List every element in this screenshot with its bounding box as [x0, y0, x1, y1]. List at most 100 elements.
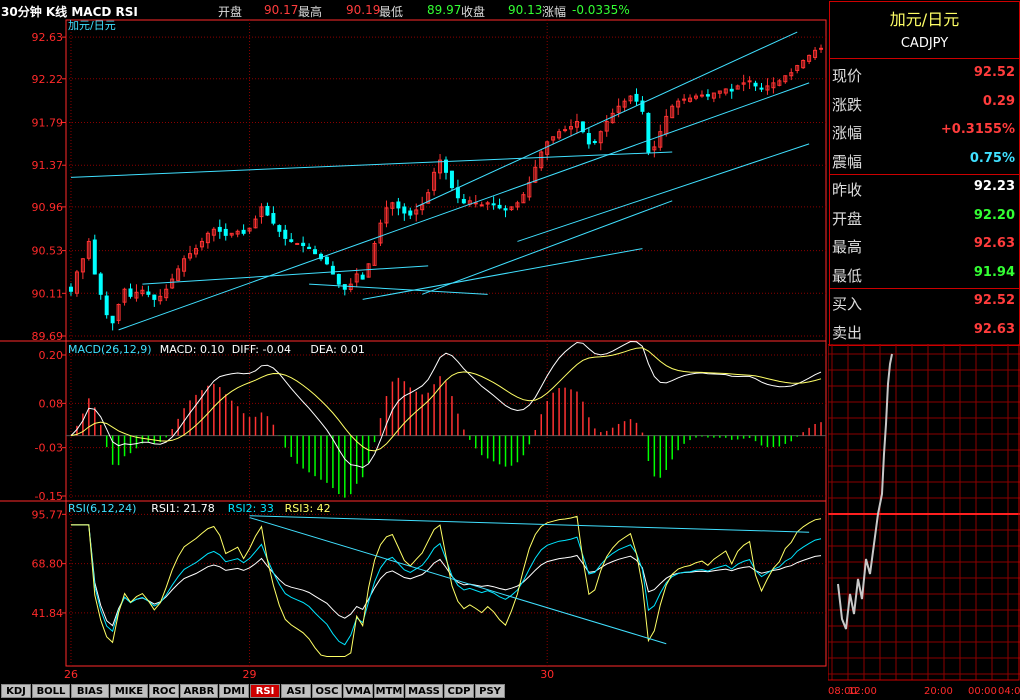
tab-cdp[interactable]: CDP: [444, 684, 474, 698]
candle-body: [152, 294, 157, 300]
y-tick-label: -0.15: [35, 490, 63, 503]
quote-label: 最低: [832, 266, 863, 285]
candle-body: [68, 286, 73, 292]
quote-row-4: 昨收 92.23: [830, 174, 1019, 202]
quote-label: 买入: [832, 295, 863, 313]
tab-psy[interactable]: PSY: [475, 684, 505, 698]
quote-row-3: 震幅 0.75%: [830, 146, 1019, 174]
y-tick-label: 90.96: [32, 201, 64, 214]
instrument-name: 加元/日元: [889, 10, 960, 29]
candle-body: [759, 87, 764, 90]
candle-body: [563, 129, 568, 132]
candle-body: [402, 206, 407, 214]
candle-body: [646, 112, 651, 153]
quote-value: 92.63: [973, 236, 1015, 251]
candle-body: [336, 273, 341, 285]
candle-body: [819, 47, 824, 50]
candle-body: [223, 228, 228, 236]
mini-x-label: 04:00: [998, 686, 1020, 697]
candle-body: [586, 133, 591, 145]
candle-body: [295, 242, 300, 245]
tab-bias[interactable]: BIAS: [71, 684, 109, 698]
tab-vma[interactable]: VMA: [343, 684, 373, 698]
quote-label: 震幅: [832, 152, 863, 171]
candle-body: [271, 213, 276, 224]
quote-value: 92.20: [973, 207, 1015, 223]
y-tick-label: 95.77: [32, 508, 64, 521]
y-tick-label: -0.03: [35, 442, 63, 455]
trend-line: [416, 31, 798, 208]
candle-body: [307, 246, 312, 250]
indicator-tabs: KDJ BOLL BIAS MIKE ROC ARBR DMI RSI ASI OSC VMA MTM…: [0, 683, 828, 700]
candle-body: [497, 204, 502, 209]
y-tick-label: 91.79: [32, 117, 64, 130]
quote-row-9: 卖出 92.63: [830, 317, 1019, 345]
quote-value: 0.75%: [969, 150, 1015, 166]
trend-line: [517, 143, 810, 242]
candle-body: [283, 229, 288, 239]
trend-line: [362, 248, 643, 300]
quote-value: 92.52: [973, 293, 1015, 308]
candle-body: [753, 82, 758, 87]
tab-mass[interactable]: MASS: [405, 684, 443, 698]
tab-dmi[interactable]: DMI: [219, 684, 249, 698]
quote-label: 开盘: [832, 209, 863, 228]
tab-mike[interactable]: MIKE: [110, 684, 148, 698]
quote-row-1: 涨跌 0.29: [830, 89, 1019, 117]
instrument-code: CADJPY: [900, 36, 949, 51]
tab-mtm[interactable]: MTM: [374, 684, 404, 698]
quote-label: 卖出: [832, 323, 863, 342]
tab-osc[interactable]: OSC: [312, 684, 342, 698]
candle-body: [146, 291, 151, 295]
candle-body: [217, 226, 222, 232]
rsi-legend-3: RSI3: 42: [285, 502, 331, 515]
candle-body: [699, 94, 704, 97]
candle-body: [313, 249, 318, 255]
rsi-legend-1: RSI1: 21.78: [151, 502, 215, 515]
candle-body: [396, 201, 401, 209]
quote-value: 92.23: [973, 179, 1015, 194]
y-tick-label: 92.63: [32, 31, 64, 44]
quote-row-7: 最低 91.94: [830, 260, 1019, 288]
candle-body: [277, 225, 282, 232]
quote-row-8: 买入 92.52: [830, 288, 1019, 316]
quote-label: 昨收: [832, 181, 863, 199]
x-tick-label: 30: [540, 668, 554, 681]
quote-value: +0.3155%: [940, 122, 1015, 137]
candle-body: [330, 265, 335, 275]
tab-rsi[interactable]: RSI: [250, 684, 280, 698]
quote-divider: [830, 58, 1019, 59]
candle-body: [455, 187, 460, 199]
quote-value: 92.63: [973, 321, 1015, 337]
y-tick-label: 90.11: [32, 287, 64, 300]
tab-kdj[interactable]: KDJ: [1, 684, 31, 698]
tab-arbr[interactable]: ARBR: [180, 684, 218, 698]
quote-panel: 加元/日元 CADJPY 现价 92.52 涨跌 0.29 涨幅 +0.3155% 震幅 0.…: [829, 1, 1020, 346]
rsi-trend-line: [249, 515, 810, 533]
quote-label: 涨跌: [832, 95, 863, 114]
tab-asi[interactable]: ASI: [281, 684, 311, 698]
y-tick-label: 41.84: [32, 607, 64, 620]
mini-x-label: 00:00: [968, 686, 997, 697]
y-tick-label: 92.22: [32, 73, 64, 86]
quote-label: 最高: [832, 238, 863, 256]
tab-boll[interactable]: BOLL: [32, 684, 70, 698]
mini-frame: [828, 344, 1020, 681]
y-tick-label: 0.20: [39, 349, 64, 362]
rsi-legend-2: RSI2: 33: [228, 502, 274, 515]
candle-body: [128, 288, 133, 297]
candle-body: [360, 274, 365, 280]
tab-roc[interactable]: ROC: [149, 684, 179, 698]
candle-body: [92, 239, 97, 275]
candle-body: [479, 204, 484, 207]
x-tick-label: 26: [64, 668, 78, 681]
candle-body: [324, 256, 329, 265]
main-chart[interactable]: 92.63 92.22 91.79 91.37 90.96 90.53 90.11 89.69…: [0, 0, 828, 683]
macd-legend-2: DIFF: -0.04: [232, 343, 291, 356]
rsi-trend-line: [249, 517, 667, 645]
candle-body: [301, 242, 306, 247]
candle-body: [592, 140, 597, 143]
candle-body: [289, 239, 294, 242]
mini-chart[interactable]: 08:0012:0020:0000:0004:00: [828, 344, 1020, 700]
candle-body: [241, 229, 246, 234]
